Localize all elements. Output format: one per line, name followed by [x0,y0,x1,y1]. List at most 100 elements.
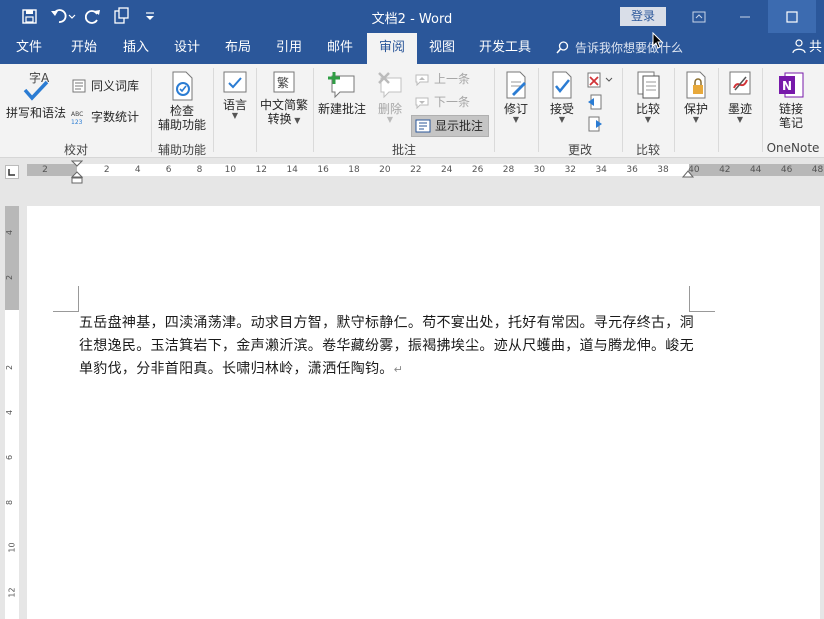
previous-change-button[interactable] [585,94,605,113]
ink-button[interactable]: 墨迹 ▼ [721,70,759,124]
compare-group-label: 比较 [635,143,660,157]
crop-mark-left [53,286,79,312]
minimize-icon[interactable] [722,0,768,33]
ruler-tick-label: 16 [317,165,329,175]
tab-selector[interactable] [5,165,19,179]
group-divider [538,68,539,152]
paragraph-text: 五岳盘神基，四渎涌荡津。动求目方智，默守标静仁。苟不宴出处，托好有常因。寻元存终… [79,315,694,377]
new-comment-icon [328,72,355,99]
thesaurus-label: 同义词库 [91,79,140,93]
accept-label: 接受 [549,102,574,116]
accept-icon [552,71,572,99]
accessibility-group-label: 辅助功能 [157,143,206,157]
login-button[interactable]: 登录 [620,7,666,26]
previous-change-icon [588,94,602,110]
compare-button[interactable]: 比较 ▼ [625,70,671,124]
tab-design[interactable]: 设计 [163,33,211,64]
indent-marker[interactable] [71,160,83,184]
horizontal-ruler-area: 2 2 4 6 8 10 12 14 16 18 20 22 24 26 28 30 32 34 36 38 40 42 4… [0,158,824,184]
language-button[interactable]: 语言 ▼ [216,70,254,120]
ink-icon [729,71,751,95]
show-comments-button[interactable]: 显示批注 [411,115,489,137]
ribbon-display-options-icon[interactable] [676,0,722,33]
track-changes-button[interactable]: 修订 ▼ [497,70,535,124]
protect-button[interactable]: 保护 ▼ [677,70,715,124]
tab-review[interactable]: 审阅 [367,33,417,64]
reject-button[interactable] [585,72,615,91]
vertical-ruler-tick-label: 2 [5,274,15,281]
onenote-icon: N [779,72,804,98]
next-comment-icon [415,97,429,109]
word-count-button[interactable]: ABC 123 字数统计 [71,109,139,125]
ruler-tick-label: 34 [595,165,607,175]
chinese-conversion-button[interactable]: 繁 中文简繁 转换 ▼ [258,70,310,128]
delete-comment-button[interactable]: 删除 ▼ [370,70,410,124]
ruler-tick-label: 32 [564,165,577,175]
vertical-ruler-tick-label: 8 [5,499,15,506]
tab-mailings[interactable]: 邮件 [316,33,364,64]
compare-icon [637,71,660,99]
lock-icon [686,71,706,99]
comments-group-label: 批注 [391,143,416,157]
thesaurus-button[interactable]: 同义词库 [71,78,139,94]
share-label: 共 [809,40,823,55]
group-divider [718,68,719,152]
tab-view[interactable]: 视图 [419,33,465,64]
new-comment-button[interactable]: 新建批注 [316,70,368,116]
ruler-tick-label: 36 [626,165,638,175]
next-comment-button[interactable]: 下一条 [414,95,470,109]
group-divider [494,68,495,152]
maximize-icon[interactable] [768,0,816,33]
chinese-label-line2: 转换 [267,112,292,126]
vertical-ruler[interactable]: 4 2 2 4 6 8 10 12 [5,206,19,619]
ruler-tick-label: 46 [780,165,793,175]
horizontal-ruler[interactable]: 2 2 4 6 8 10 12 14 16 18 20 22 24 26 28 30 32 34 36 38 40 42 4… [27,164,824,176]
tab-file[interactable]: 文件 [6,33,52,64]
right-indent-marker[interactable] [682,170,694,180]
chinese-conversion-icon: 繁 [273,71,295,93]
tab-references[interactable]: 引用 [265,33,313,64]
paragraph-mark: ↵ [393,363,404,376]
track-changes-icon [506,71,526,99]
tab-layout[interactable]: 布局 [214,33,262,64]
document-body[interactable]: 五岳盘神基，四渎涌荡津。动求目方智，默守标静仁。苟不宴出处，托好有常因。寻元存终… [79,312,694,381]
next-change-button[interactable] [585,116,605,135]
vertical-ruler-tick-label: 10 [7,542,17,553]
delete-comment-label: 删除 [377,102,402,116]
share-button[interactable]: 共 [792,33,822,64]
spelling-grammar-button[interactable]: 字A 拼写和语法 [4,70,68,120]
check-label-line2: 辅助功能 [157,118,206,132]
ruler-tick-label: 44 [749,165,762,175]
title-bar: 文档2 - Word 登录 [0,0,824,33]
show-comments-icon [415,119,431,133]
linked-notes-line2: 笔记 [778,116,803,130]
previous-comment-button[interactable]: 上一条 [414,72,470,86]
reject-icon [587,72,613,88]
vertical-ruler-tick-label: 2 [5,364,15,371]
proofing-group-label: 校对 [63,143,88,157]
tab-insert[interactable]: 插入 [112,33,160,64]
group-divider [256,68,257,152]
previous-comment-label: 上一条 [434,72,471,86]
tab-home[interactable]: 开始 [60,33,108,64]
ruler-tick-label: 2 [103,165,110,175]
search-icon [556,41,569,54]
mouse-cursor-icon [652,32,664,49]
word-count-label: 字数统计 [91,110,140,124]
ruler-tick-label: 10 [224,165,237,175]
vertical-ruler-tick-label: 4 [5,409,15,416]
top-margin-region [5,206,19,310]
linked-notes-button[interactable]: N 链接 笔记 [765,70,817,130]
ruler-tick-label: 8 [196,165,203,175]
ruler-tick-label: 42 [719,165,731,175]
person-icon [792,39,806,54]
tab-developer[interactable]: 开发工具 [472,33,538,64]
word-count-icon: ABC123 [71,111,83,125]
accept-button[interactable]: 接受 ▼ [541,70,583,124]
ruler-tick-label: 18 [348,165,360,175]
ruler-tick-label: 20 [379,165,391,175]
ribbon-tabs: 文件 开始 插入 设计 布局 引用 邮件 审阅 视图 开发工具 告诉我你想要做什… [0,33,824,64]
check-accessibility-button[interactable]: 检查 辅助功能 [154,70,210,132]
vertical-ruler-tick-label: 4 [5,229,15,236]
document-page[interactable]: 五岳盘神基，四渎涌荡津。动求目方智，默守标静仁。苟不宴出处，托好有常因。寻元存终… [27,206,820,619]
